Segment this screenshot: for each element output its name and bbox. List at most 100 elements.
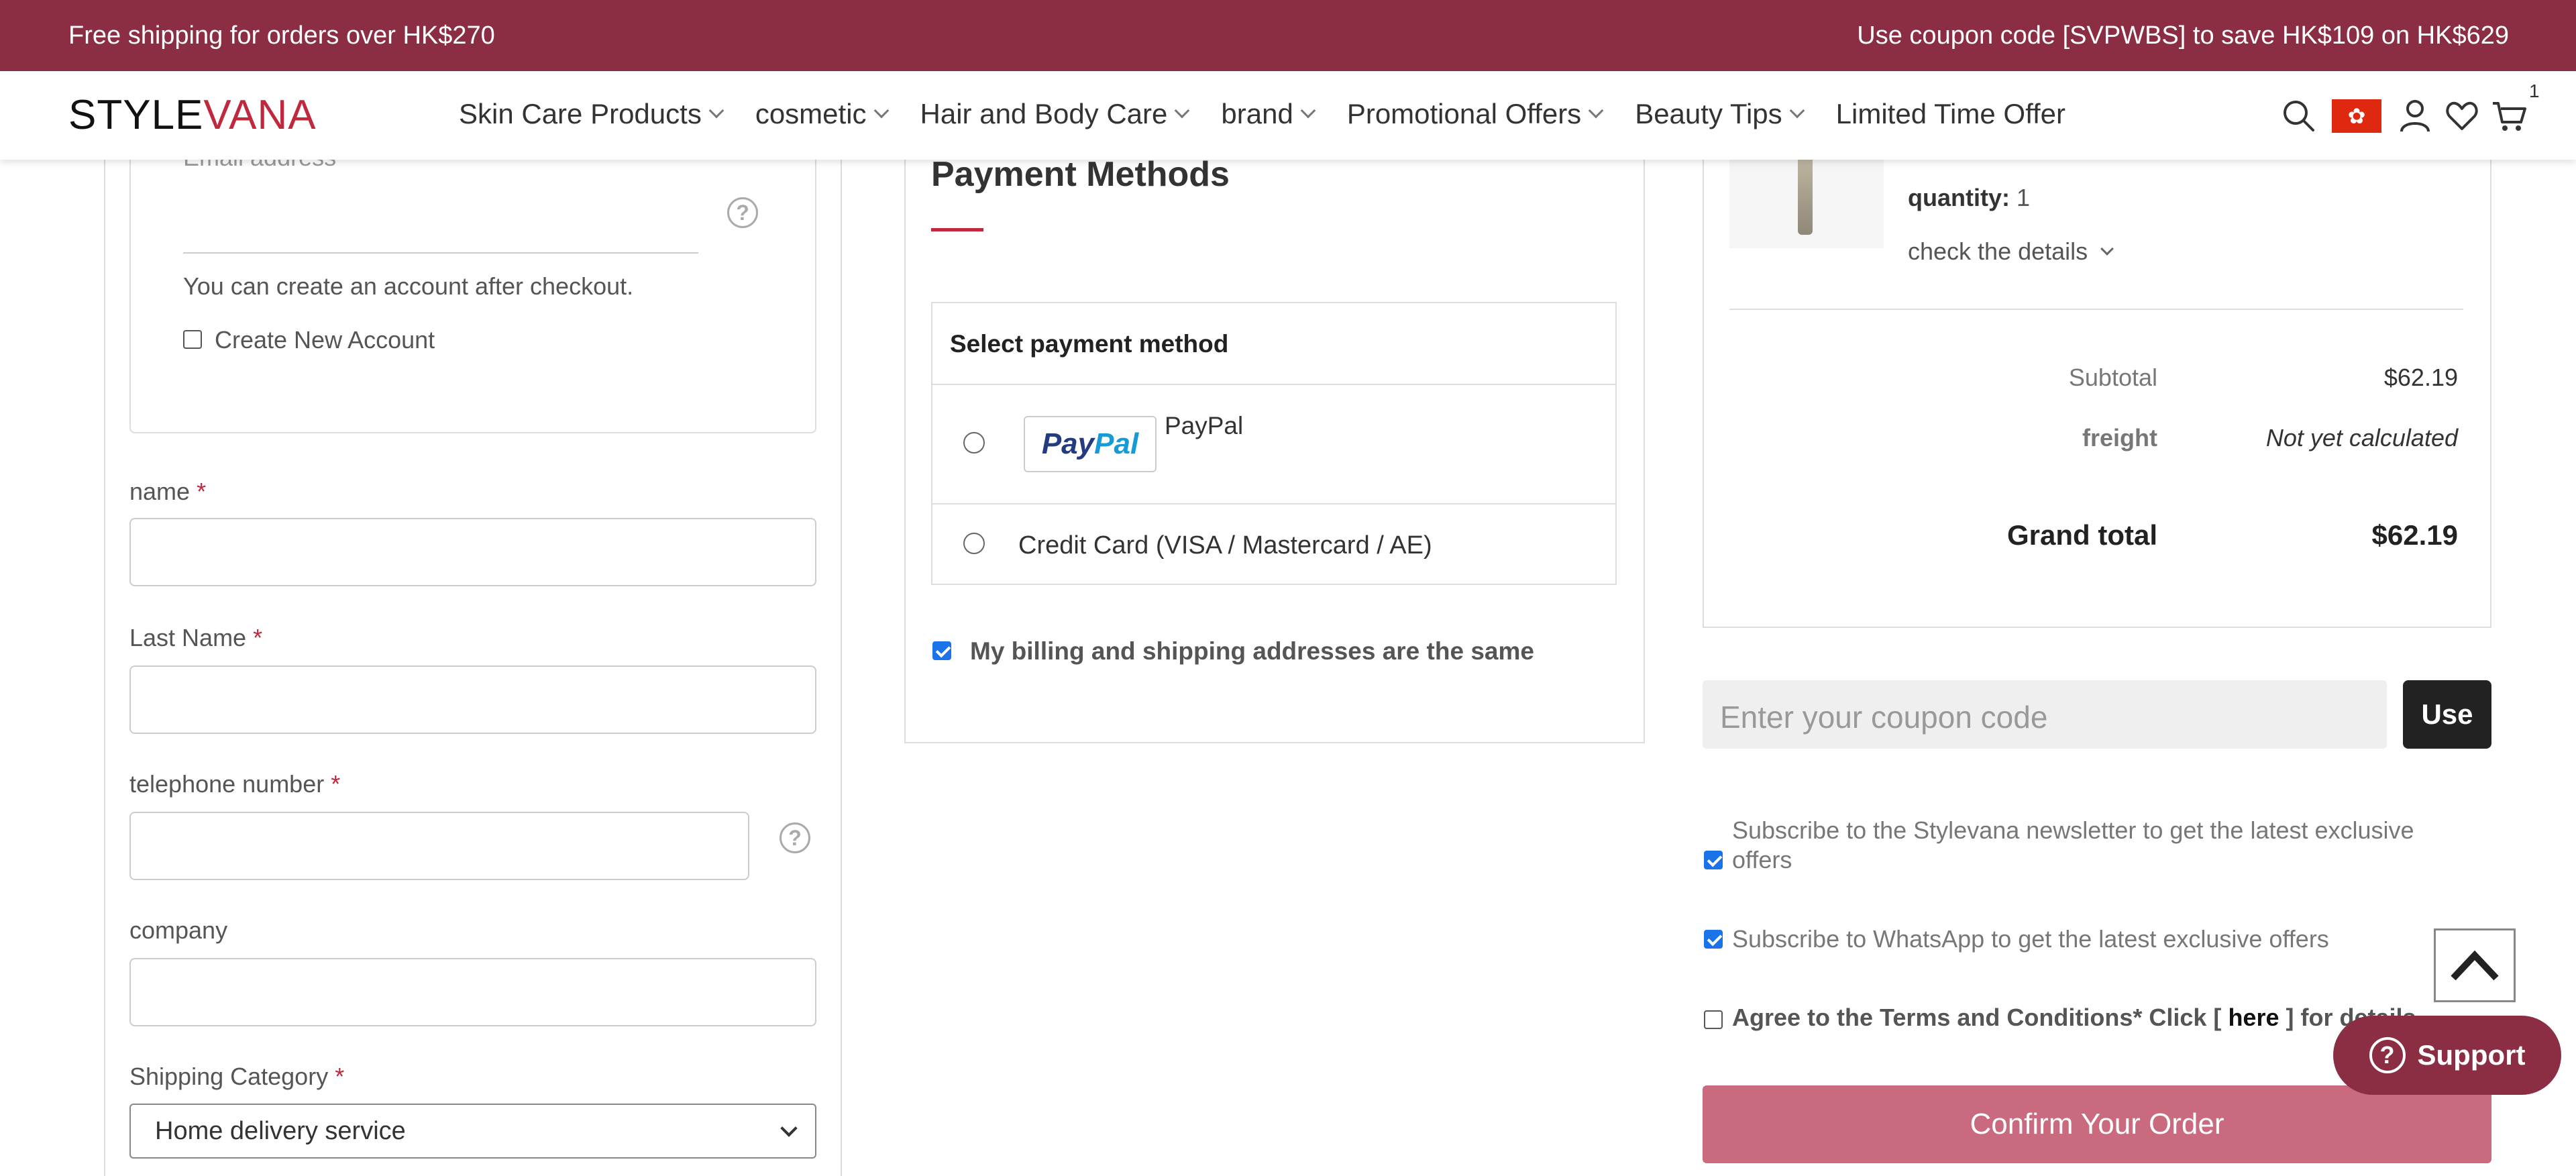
terms-here-link[interactable]: here (2228, 1004, 2279, 1031)
quantity-label: quantity: (1908, 184, 2010, 211)
user-icon[interactable] (2396, 97, 2434, 134)
nav-item-skin-care[interactable]: Skin Care Products (459, 98, 724, 130)
name-input[interactable] (129, 518, 816, 586)
grand-total-value: $62.19 (2371, 519, 2458, 551)
whatsapp-label: Subscribe to WhatsApp to get the latest … (1732, 925, 2329, 953)
nav-item-hair-body[interactable]: Hair and Body Care (920, 98, 1190, 130)
billing-same-checkbox[interactable] (932, 641, 951, 660)
chevron-up-icon (2451, 950, 2499, 981)
grand-total-label: Grand total (2006, 519, 2157, 551)
check-details-link[interactable]: check the details (1908, 237, 2114, 266)
company-label-text: company (129, 916, 228, 944)
terms-label: Agree to the Terms and Conditions* Click… (1732, 1004, 2416, 1032)
main-nav: Skin Care Products cosmetic Hair and Bod… (459, 98, 2099, 130)
hk-flag-icon[interactable]: ✿ (2332, 99, 2381, 133)
telephone-label: telephone number * (129, 770, 340, 798)
cart-icon[interactable] (2490, 97, 2528, 134)
heart-icon[interactable] (2443, 97, 2481, 134)
terms-checkbox[interactable] (1704, 1010, 1723, 1029)
title-underline (931, 228, 983, 231)
last-name-label: Last Name * (129, 624, 262, 652)
site-header: STYLEVANA Skin Care Products cosmetic Ha… (0, 71, 2576, 160)
support-label: Support (2417, 1039, 2526, 1071)
name-label: name * (129, 478, 206, 506)
quantity-row: quantity: 1 (1908, 184, 2030, 212)
chevron-down-icon (1175, 103, 1190, 119)
summary-divider (1729, 309, 2463, 310)
shipping-category-select[interactable]: Home delivery service (129, 1104, 816, 1159)
create-account-checkbox[interactable] (183, 330, 202, 349)
paypal-logo: Pay Pal (1024, 416, 1157, 472)
company-label: company (129, 916, 227, 945)
help-circle-icon: ? (2369, 1037, 2406, 1073)
select-payment-header: Select payment method (931, 302, 1617, 385)
name-label-text: name (129, 478, 191, 505)
nav-item-promotional-offers[interactable]: Promotional Offers (1346, 98, 1604, 130)
nav-label: Skin Care Products (459, 98, 702, 129)
nav-item-limited-time-offer[interactable]: Limited Time Offer (1836, 98, 2065, 130)
nav-item-brand[interactable]: brand (1221, 98, 1316, 130)
chevron-down-icon (1588, 103, 1604, 119)
required-mark: * (197, 478, 207, 505)
stylevana-logo[interactable]: STYLEVANA (68, 91, 317, 139)
email-field[interactable] (183, 252, 698, 254)
payment-title: Payment Methods (931, 155, 1230, 194)
terms-prefix: Agree to the Terms and Conditions* Click… (1732, 1004, 2229, 1031)
whatsapp-checkbox[interactable] (1704, 930, 1723, 949)
telephone-help-icon[interactable]: ? (780, 822, 810, 853)
email-help-icon[interactable]: ? (727, 197, 758, 228)
nav-label: Hair and Body Care (920, 98, 1168, 129)
freight-label: freight (2082, 424, 2157, 451)
telephone-input[interactable] (129, 812, 749, 880)
paypal-logo-text-2: Pal (1094, 427, 1139, 460)
required-mark: * (253, 624, 263, 651)
promo-bar: Free shipping for orders over HK$270 Use… (0, 0, 2576, 71)
newsletter-label: Subscribe to the Stylevana newsletter to… (1732, 816, 2414, 873)
subtotal-label: Subtotal (2068, 364, 2157, 391)
billing-same-label: My billing and shipping addresses are th… (970, 637, 1534, 665)
credit-card-radio[interactable] (963, 533, 985, 554)
credit-card-label: Credit Card (VISA / Mastercard / AE) (1018, 531, 1432, 559)
chevron-down-icon (708, 103, 724, 119)
quantity-value: 1 (2017, 184, 2031, 211)
create-account-label: Create New Account (215, 326, 435, 354)
payment-row-divider (931, 503, 1617, 504)
coupon-input[interactable]: Enter your coupon code (1703, 680, 2387, 749)
shipping-selected-value: Home delivery service (155, 1117, 406, 1145)
chevron-down-icon (2100, 242, 2114, 256)
nav-item-cosmetic[interactable]: cosmetic (755, 98, 889, 130)
nav-item-beauty-tips[interactable]: Beauty Tips (1635, 98, 1805, 130)
chevron-down-icon (1300, 103, 1316, 119)
last-name-label-text: Last Name (129, 624, 247, 651)
chevron-down-icon (873, 103, 889, 119)
paypal-radio[interactable] (963, 432, 985, 453)
paypal-label: PayPal (1165, 412, 1244, 439)
freight-value: Not yet calculated (2265, 424, 2458, 451)
paypal-logo-text-1: Pay (1041, 427, 1095, 460)
confirm-order-button[interactable]: Confirm Your Order (1703, 1085, 2491, 1163)
company-input[interactable] (129, 958, 816, 1026)
search-icon[interactable] (2279, 97, 2317, 134)
chevron-down-icon (780, 1120, 798, 1137)
telephone-label-text: telephone number (129, 770, 325, 798)
coupon-promo-text: Use coupon code [SVPWBS] to save HK$109 … (1857, 21, 2509, 50)
nav-label: Limited Time Offer (1835, 98, 2065, 129)
required-mark: * (335, 1063, 345, 1090)
required-mark: * (331, 770, 341, 798)
nav-label: Beauty Tips (1635, 98, 1782, 129)
check-details-text: check the details (1908, 237, 2088, 265)
support-button[interactable]: ? Support (2333, 1016, 2561, 1095)
subtotal-value: $62.19 (2383, 364, 2458, 391)
shipping-category-label-text: Shipping Category (129, 1063, 329, 1090)
logo-text-main: STYLE (68, 92, 204, 138)
shipping-category-label: Shipping Category * (129, 1063, 344, 1091)
account-note: You can create an account after checkout… (183, 272, 634, 300)
chevron-down-icon (1789, 103, 1805, 119)
logo-text-accent: VANA (203, 92, 317, 138)
nav-label: Promotional Offers (1346, 98, 1582, 129)
back-to-top-button[interactable] (2434, 928, 2516, 1002)
cart-count-badge: 1 (2529, 81, 2540, 101)
last-name-input[interactable] (129, 665, 816, 734)
use-coupon-button[interactable]: Use (2403, 680, 2491, 749)
newsletter-checkbox[interactable] (1704, 851, 1723, 869)
